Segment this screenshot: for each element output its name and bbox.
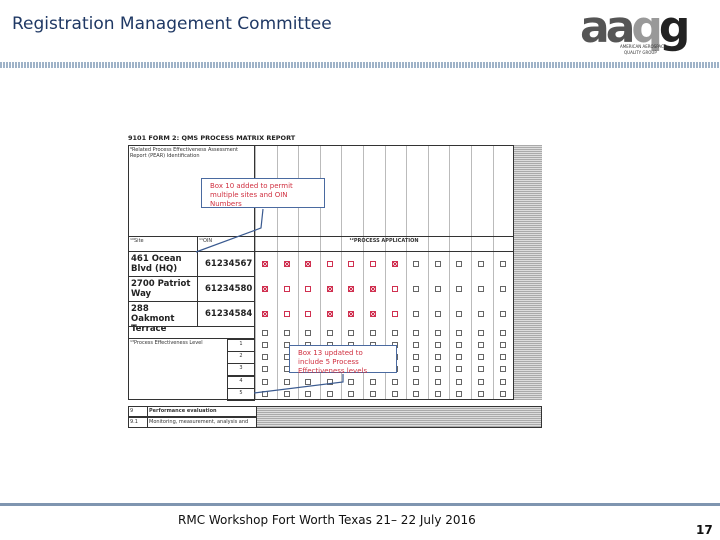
callout-arrows <box>195 208 344 394</box>
page-number: 17 <box>696 523 713 537</box>
footer-divider <box>0 503 720 506</box>
footer-text: RMC Workshop Fort Worth Texas 21– 22 Jul… <box>178 513 476 527</box>
row-label: Monitoring, measurement, analysis and <box>147 416 257 428</box>
row-number: 9.1 <box>128 416 148 428</box>
row-number: 9 <box>128 406 148 417</box>
shaded-cells <box>256 406 542 428</box>
performance-evaluation-table: 9 Performance evaluation 9.1 Monitoring, me… <box>128 406 542 428</box>
row-label: Performance evaluation <box>147 406 257 417</box>
